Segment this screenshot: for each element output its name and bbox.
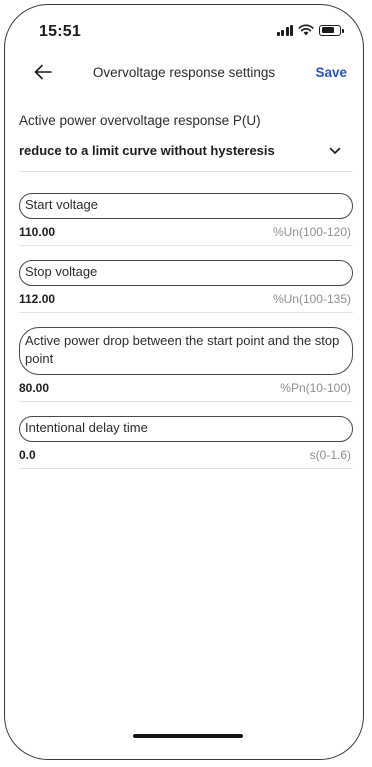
power-drop-input[interactable]: 80.00 %Pn(10-100) xyxy=(19,375,353,402)
cellular-signal-icon xyxy=(276,24,293,36)
start-voltage-value: 110.00 xyxy=(19,225,56,239)
power-drop-unit: %Pn(10-100) xyxy=(280,381,351,395)
delay-time-label: Intentional delay time xyxy=(19,416,353,442)
status-icons xyxy=(276,24,344,36)
save-button[interactable]: Save xyxy=(315,65,347,80)
start-voltage-unit: %Un(100-120) xyxy=(272,225,351,239)
response-mode-value: reduce to a limit curve without hysteres… xyxy=(19,143,275,158)
power-drop-label: Active power drop between the start poin… xyxy=(19,327,353,375)
response-mode-label: Active power overvoltage response P(U) xyxy=(19,113,261,128)
status-time: 15:51 xyxy=(39,23,81,40)
nav-bar: Overvoltage response settings Save xyxy=(5,53,363,93)
stop-voltage-value: 112.00 xyxy=(19,292,56,306)
wifi-icon xyxy=(298,24,314,36)
page-title: Overvoltage response settings xyxy=(92,65,276,80)
start-voltage-label: Start voltage xyxy=(19,193,353,219)
home-indicator xyxy=(133,734,243,738)
delay-time-unit: s(0-1.6) xyxy=(309,448,351,462)
delay-time-field: Intentional delay time 0.0 s(0-1.6) xyxy=(19,416,353,469)
response-mode-dropdown[interactable]: reduce to a limit curve without hysteres… xyxy=(19,141,353,172)
delay-time-value: 0.0 xyxy=(19,448,36,462)
start-voltage-input[interactable]: 110.00 %Un(100-120) xyxy=(19,219,353,246)
status-bar: 15:51 xyxy=(5,5,363,53)
battery-icon xyxy=(319,24,344,36)
stop-voltage-field: Stop voltage 112.00 %Un(100-135) xyxy=(19,260,353,313)
stop-voltage-unit: %Un(100-135) xyxy=(272,292,351,306)
power-drop-field: Active power drop between the start poin… xyxy=(19,327,353,402)
delay-time-input[interactable]: 0.0 s(0-1.6) xyxy=(19,442,353,469)
power-drop-value: 80.00 xyxy=(19,381,50,395)
stop-voltage-input[interactable]: 112.00 %Un(100-135) xyxy=(19,286,353,313)
phone-frame: 15:51 Overvoltage response settings Save… xyxy=(4,4,364,760)
chevron-down-icon xyxy=(329,147,341,154)
settings-form: Active power overvoltage response P(U) r… xyxy=(19,113,353,469)
start-voltage-field: Start voltage 110.00 %Un(100-120) xyxy=(19,193,353,246)
stop-voltage-label: Stop voltage xyxy=(19,260,353,286)
